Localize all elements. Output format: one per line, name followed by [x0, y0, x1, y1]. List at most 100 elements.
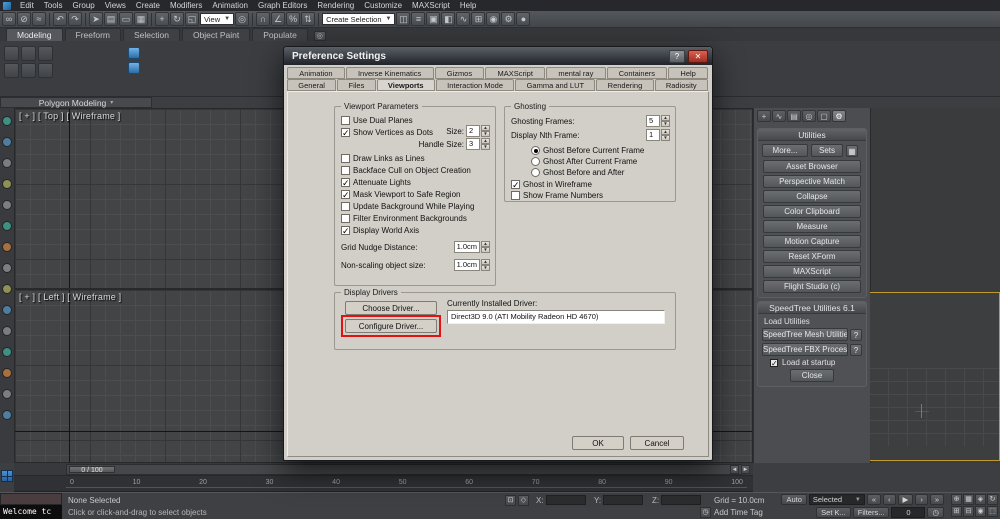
- key-filters-button[interactable]: Filters...: [852, 507, 890, 518]
- ghost-before-and-after-radio[interactable]: [531, 167, 540, 177]
- absolute-offset-toggle-icon[interactable]: ◇: [518, 495, 529, 506]
- mirror-icon[interactable]: ◫: [396, 12, 411, 26]
- perspective-match-button[interactable]: Perspective Match: [763, 175, 861, 188]
- y-field[interactable]: [603, 495, 644, 505]
- time-slider-track[interactable]: 0 / 100: [66, 464, 742, 475]
- menu-modifiers[interactable]: Modifiers: [165, 0, 207, 11]
- speedtree-rollout-header[interactable]: SpeedTree Utilities 6.1: [758, 302, 866, 314]
- selected-dropdown[interactable]: Selected ▼: [808, 494, 865, 505]
- select-object-icon[interactable]: ➤: [89, 12, 103, 26]
- reference-coordinate-dropdown[interactable]: View ▼: [200, 13, 235, 25]
- handle-size-spinner[interactable]: 3 ▲ ▼: [466, 138, 490, 150]
- left-toolbar-icon[interactable]: [2, 347, 12, 357]
- hierarchy-tab-icon[interactable]: ▤: [787, 110, 801, 122]
- select-and-move-icon[interactable]: +: [155, 12, 169, 26]
- cancel-button[interactable]: Cancel: [630, 436, 684, 450]
- app-icon[interactable]: [3, 1, 11, 10]
- ribbon-tab-populate[interactable]: Populate: [252, 28, 308, 41]
- motion-tab-icon[interactable]: ◎: [802, 110, 816, 122]
- menu-rendering[interactable]: Rendering: [312, 0, 359, 11]
- show-vertices-as-dots-checkbox[interactable]: [341, 127, 350, 137]
- ribbon-button[interactable]: [38, 46, 53, 61]
- curve-editor-icon[interactable]: ∿: [456, 12, 471, 26]
- time-slider[interactable]: 0 / 100 ◄ ►: [14, 463, 753, 476]
- left-toolbar-icon[interactable]: [2, 284, 12, 294]
- tab-files[interactable]: Files: [337, 79, 376, 91]
- help-icon[interactable]: ?: [669, 49, 685, 63]
- time-slider-handle[interactable]: 0 / 100: [69, 466, 115, 474]
- help-icon[interactable]: ?: [850, 328, 862, 341]
- menu-animation[interactable]: Animation: [207, 0, 253, 11]
- left-toolbar-icon[interactable]: [2, 389, 12, 399]
- create-tab-icon[interactable]: +: [757, 110, 771, 122]
- utilities-tab-icon[interactable]: ⚙: [832, 110, 846, 122]
- select-and-rotate-icon[interactable]: ↻: [170, 12, 184, 26]
- x-field[interactable]: [545, 495, 586, 505]
- field-of-view-icon[interactable]: ◉: [975, 506, 986, 517]
- dialog-titlebar[interactable]: Preference Settings ? ✕: [284, 47, 712, 65]
- track-bar[interactable]: 0 10 20 30 40 50 60 70 80 90 100: [14, 476, 753, 492]
- menu-help[interactable]: Help: [455, 0, 481, 11]
- align-icon[interactable]: ≡: [411, 12, 426, 26]
- tab-interaction-mode[interactable]: Interaction Mode: [435, 79, 515, 91]
- tab-viewports[interactable]: Viewports: [376, 79, 435, 91]
- attenuate-lights-checkbox[interactable]: [341, 177, 350, 187]
- go-to-end-icon[interactable]: »: [929, 494, 944, 505]
- configure-driver-button[interactable]: Configure Driver...: [345, 319, 437, 333]
- speedtree-fbx-processor-button[interactable]: SpeedTree FBX Processor: [762, 343, 848, 356]
- nonscaling-object-size-spinner[interactable]: 1.0cm ▲ ▼: [453, 259, 490, 271]
- material-editor-icon[interactable]: ◉: [486, 12, 501, 26]
- menu-customize[interactable]: Customize: [359, 0, 407, 11]
- tab-animation[interactable]: Animation: [287, 67, 345, 79]
- selection-lock-icon[interactable]: ⊡: [505, 495, 516, 506]
- z-field[interactable]: [661, 495, 702, 505]
- zoom-all-icon[interactable]: ▦: [963, 494, 974, 505]
- close-button[interactable]: Close: [790, 369, 834, 382]
- tab-maxscript[interactable]: MAXScript: [485, 67, 546, 79]
- tab-gizmos[interactable]: Gizmos: [434, 67, 485, 79]
- schematic-view-icon[interactable]: ⊞: [471, 12, 486, 26]
- sets-button[interactable]: Sets: [811, 144, 843, 157]
- percent-snap-icon[interactable]: %: [286, 12, 301, 26]
- time-configuration-icon[interactable]: ◷: [927, 507, 944, 518]
- menu-tools[interactable]: Tools: [39, 0, 68, 11]
- maxscript-button[interactable]: MAXScript: [763, 265, 861, 278]
- play-icon[interactable]: ▶: [897, 494, 914, 505]
- clock-icon[interactable]: ◷: [700, 507, 711, 518]
- ghosting-frames-spinner[interactable]: 5 ▲ ▼: [646, 115, 670, 127]
- tab-rendering[interactable]: Rendering: [596, 79, 654, 91]
- viewport-perspective-active[interactable]: [868, 292, 1000, 461]
- left-toolbar-icon[interactable]: [2, 326, 12, 336]
- angle-snap-icon[interactable]: ∠: [271, 12, 286, 26]
- utilities-rollout-header[interactable]: Utilities: [758, 129, 866, 141]
- ribbon-toggle-icon[interactable]: ◧: [441, 12, 456, 26]
- layer-manager-icon[interactable]: ▣: [426, 12, 441, 26]
- speedtree-mesh-utilities-button[interactable]: SpeedTree Mesh Utilities: [762, 328, 848, 341]
- modify-tab-icon[interactable]: ∿: [772, 110, 786, 122]
- tab-inverse-kinematics[interactable]: Inverse Kinematics: [345, 67, 434, 79]
- ok-button[interactable]: OK: [572, 436, 624, 450]
- left-toolbar-icon[interactable]: [2, 242, 12, 252]
- asset-browser-button[interactable]: Asset Browser: [763, 160, 861, 173]
- menu-views[interactable]: Views: [100, 0, 131, 11]
- rectangular-selection-icon[interactable]: ▭: [119, 12, 133, 26]
- help-icon[interactable]: ?: [850, 343, 862, 356]
- menu-group[interactable]: Group: [67, 0, 99, 11]
- tab-radiosity[interactable]: Radiosity: [654, 79, 708, 91]
- display-tab-icon[interactable]: ▢: [817, 110, 831, 122]
- unlink-selection-icon[interactable]: ⊘: [17, 12, 31, 26]
- maxscript-mini-listener[interactable]: Welcome tc: [0, 493, 62, 519]
- listener-macro-row[interactable]: [0, 493, 62, 505]
- go-to-start-icon[interactable]: «: [866, 494, 882, 505]
- ribbon-tab-selection[interactable]: Selection: [122, 28, 180, 41]
- snaps-toggle-icon[interactable]: ∩: [256, 12, 271, 26]
- select-and-manipulate-icon[interactable]: ◎: [235, 12, 250, 26]
- close-icon[interactable]: ✕: [688, 49, 708, 63]
- tab-containers[interactable]: Containers: [606, 67, 668, 79]
- previous-frame-icon[interactable]: ‹: [883, 494, 896, 505]
- set-key-button[interactable]: Set K...: [816, 507, 851, 518]
- select-and-scale-icon[interactable]: ◱: [185, 12, 199, 26]
- grid-nudge-spinner[interactable]: 1.0cm ▲ ▼: [453, 241, 490, 253]
- left-toolbar-icon[interactable]: [2, 410, 12, 420]
- prev-frame-icon[interactable]: ◄: [730, 465, 739, 474]
